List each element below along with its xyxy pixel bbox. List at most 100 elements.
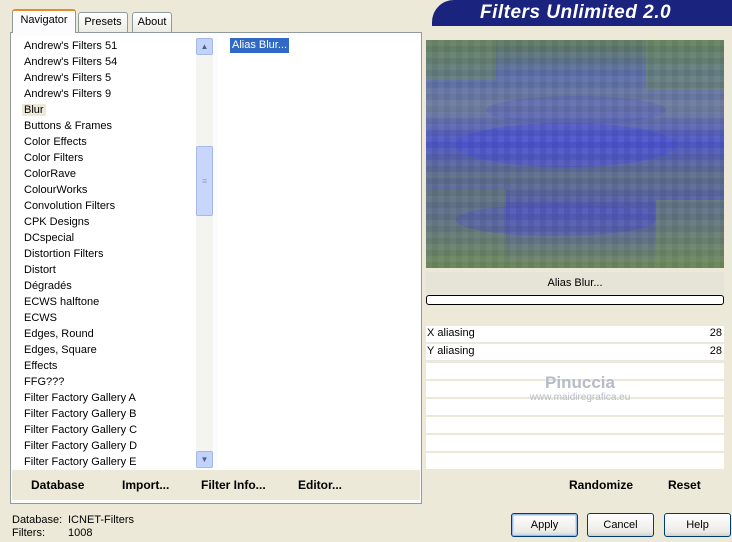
database-button[interactable]: Database [31,478,84,492]
category-item[interactable]: Distortion Filters [12,246,196,262]
category-list[interactable]: Andrew's Filters 51 Andrew's Filters 54 An… [12,36,196,468]
filter-preview-image [426,40,724,268]
watermark-name: Pinuccia [545,373,615,392]
filter-info-button[interactable]: Filter Info... [201,478,266,492]
category-item[interactable]: Filter Factory Gallery A [12,390,196,406]
param-value: 28 [709,327,722,339]
editor-button[interactable]: Editor... [298,478,342,492]
param-value: 28 [709,345,722,357]
reset-button[interactable]: Reset [668,478,701,492]
category-item-label: Filter Factory Gallery C [24,424,138,436]
category-item-label: Filter Factory Gallery D [24,440,138,452]
category-item[interactable]: Dégradés [12,278,196,294]
status-filters: Filters: 1008 [12,527,92,539]
apply-button[interactable]: Apply [511,513,578,537]
category-item[interactable]: DCspecial [12,230,196,246]
category-item[interactable]: Andrew's Filters 5 [12,70,196,86]
category-item-label: FFG??? [24,376,65,388]
progress-bar [426,295,724,305]
category-item[interactable]: Color Filters [12,150,196,166]
category-item-label: Edges, Round [24,328,94,340]
watermark-url: www.maidiregrafica.eu [529,392,631,403]
category-item[interactable]: Andrew's Filters 9 [12,86,196,102]
category-item-label: Filter Factory Gallery E [24,456,137,468]
category-item-label: Andrew's Filters 5 [24,72,112,84]
category-item-label: Distortion Filters [24,248,104,260]
category-item-label: Dégradés [24,280,72,292]
status-database: Database: ICNET-Filters [12,514,134,526]
import-button[interactable]: Import... [122,478,169,492]
bottom-toolbar: Database Import... Filter Info... Editor… [12,470,420,500]
category-item[interactable]: ColourWorks [12,182,196,198]
category-item-label: Buttons & Frames [24,120,113,132]
status-database-value: ICNET-Filters [68,514,134,526]
category-item[interactable]: ECWS [12,310,196,326]
param-row[interactable]: Y aliasing 28 [426,344,724,361]
category-item-label: Effects [24,360,58,372]
grip-icon: ≡ [201,176,208,186]
category-item[interactable]: Filter Factory Gallery B [12,406,196,422]
param-row-empty [426,453,724,470]
param-row-empty [426,417,724,434]
tab-about[interactable]: About [132,12,172,32]
category-item-label: Filter Factory Gallery A [24,392,136,404]
category-item-label: Color Effects [24,136,87,148]
category-item[interactable]: ECWS halftone [12,294,196,310]
category-item[interactable]: Blur [12,102,196,118]
status-filters-label: Filters: [12,527,45,539]
tab-navigator[interactable]: Navigator [12,9,76,33]
param-row-empty [426,435,724,452]
scroll-thumb[interactable]: ≡ [196,146,213,216]
help-button[interactable]: Help [664,513,731,537]
param-name: Y aliasing [427,345,475,357]
category-item-label: ECWS [24,312,57,324]
app-title-banner: Filters Unlimited 2.0 [432,0,732,26]
category-item[interactable]: Edges, Square [12,342,196,358]
category-item[interactable]: Effects [12,358,196,374]
category-item[interactable]: Color Effects [12,134,196,150]
tab-presets[interactable]: Presets [78,12,128,32]
category-item[interactable]: Buttons & Frames [12,118,196,134]
param-row[interactable]: X aliasing 28 [426,326,724,343]
category-item-label: DCspecial [24,232,75,244]
param-name: X aliasing [427,327,475,339]
scroll-down-button[interactable]: ▼ [196,451,213,468]
category-item-label: ColorRave [24,168,76,180]
cancel-button[interactable]: Cancel [587,513,654,537]
category-item[interactable]: FFG??? [12,374,196,390]
category-item-label: CPK Designs [24,216,90,228]
randomize-button[interactable]: Randomize [569,478,633,492]
category-item-label: ColourWorks [24,184,88,196]
category-item-label: Edges, Square [24,344,97,356]
category-item[interactable]: ColorRave [12,166,196,182]
category-item[interactable]: Distort [12,262,196,278]
category-item[interactable]: CPK Designs [12,214,196,230]
category-item[interactable]: Filter Factory Gallery C [12,422,196,438]
category-item[interactable]: Edges, Round [12,326,196,342]
chevron-up-icon: ▲ [200,42,209,51]
status-database-label: Database: [12,514,63,526]
category-item[interactable]: Andrew's Filters 51 [12,38,196,54]
status-filters-value: 1008 [68,527,93,539]
category-item-label: Convolution Filters [24,200,116,212]
chevron-down-icon: ▼ [200,455,209,464]
category-item-label: Filter Factory Gallery B [24,408,137,420]
category-item-label: Color Filters [24,152,84,164]
preview-label: Alias Blur... [426,272,724,294]
category-item[interactable]: Convolution Filters [12,198,196,214]
scroll-up-button[interactable]: ▲ [196,38,213,55]
filter-item-selected[interactable]: Alias Blur... [230,38,290,53]
preview-toolbar: Randomize Reset [426,470,724,500]
category-scrollbar[interactable]: ▲ ≡ ▼ [196,38,213,468]
category-item[interactable]: Andrew's Filters 54 [12,54,196,70]
category-item[interactable]: Filter Factory Gallery D [12,438,196,454]
category-item-label: Andrew's Filters 54 [24,56,118,68]
category-item-label: Andrew's Filters 51 [24,40,118,52]
category-item-label: ECWS halftone [24,296,100,308]
category-item-label: Blur [22,104,46,116]
category-item-label: Distort [24,264,56,276]
category-item-label: Andrew's Filters 9 [24,88,112,100]
filter-list[interactable]: Alias Blur... [218,36,420,468]
watermark: Pinuccia www.maidiregrafica.eu [520,374,640,404]
category-item[interactable]: Filter Factory Gallery E [12,454,196,468]
